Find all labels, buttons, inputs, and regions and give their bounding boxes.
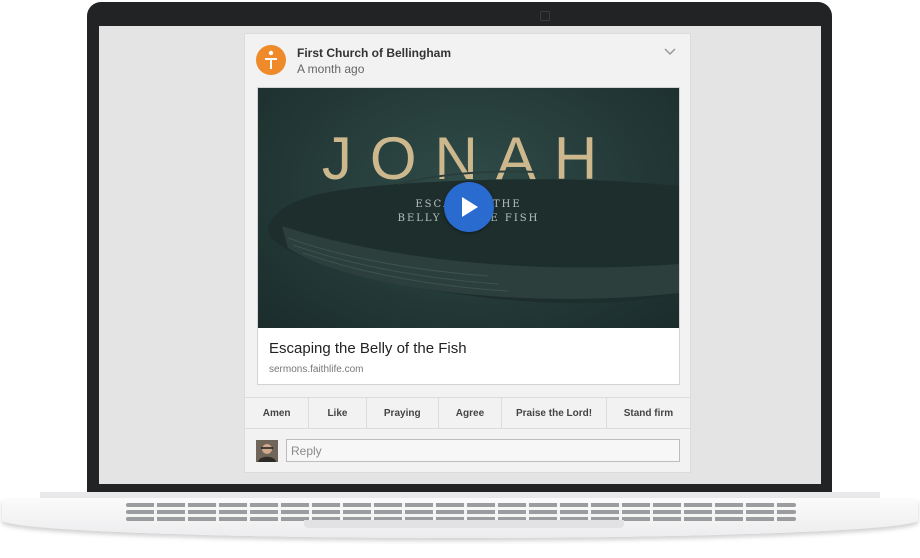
laptop-base <box>0 492 918 552</box>
user-photo <box>256 440 278 462</box>
post-card: First Church of Bellingham A month ago J… <box>244 33 691 473</box>
play-button[interactable] <box>444 182 494 232</box>
reaction-praying-button[interactable]: Praying <box>367 398 439 428</box>
link-preview[interactable]: JONAH ESCAPING THE BELLY OF THE FISH <box>257 87 680 385</box>
reaction-bar: Amen Like Praying Agree Praise the Lord!… <box>245 397 690 429</box>
reaction-stand-firm-button[interactable]: Stand firm <box>607 398 690 428</box>
reaction-amen-button[interactable]: Amen <box>245 398 310 428</box>
reply-input[interactable] <box>286 439 680 462</box>
church-avatar[interactable] <box>256 45 286 75</box>
link-title[interactable]: Escaping the Belly of the Fish <box>269 340 467 357</box>
play-icon <box>462 197 478 217</box>
video-thumbnail[interactable]: JONAH ESCAPING THE BELLY OF THE FISH <box>258 88 679 328</box>
chevron-down-icon[interactable] <box>664 48 676 56</box>
keyboard <box>126 503 796 521</box>
trackpad <box>304 520 624 528</box>
user-avatar <box>256 440 278 462</box>
laptop-screen: First Church of Bellingham A month ago J… <box>99 26 821 484</box>
camera-icon <box>540 11 550 21</box>
reaction-agree-button[interactable]: Agree <box>439 398 503 428</box>
post-timestamp[interactable]: A month ago <box>297 62 364 76</box>
church-logo-icon <box>265 50 277 69</box>
laptop-body <box>2 498 918 538</box>
reaction-praise-button[interactable]: Praise the Lord! <box>502 398 607 428</box>
link-url[interactable]: sermons.faithlife.com <box>269 364 363 375</box>
org-name[interactable]: First Church of Bellingham <box>297 46 451 60</box>
reaction-like-button[interactable]: Like <box>309 398 367 428</box>
